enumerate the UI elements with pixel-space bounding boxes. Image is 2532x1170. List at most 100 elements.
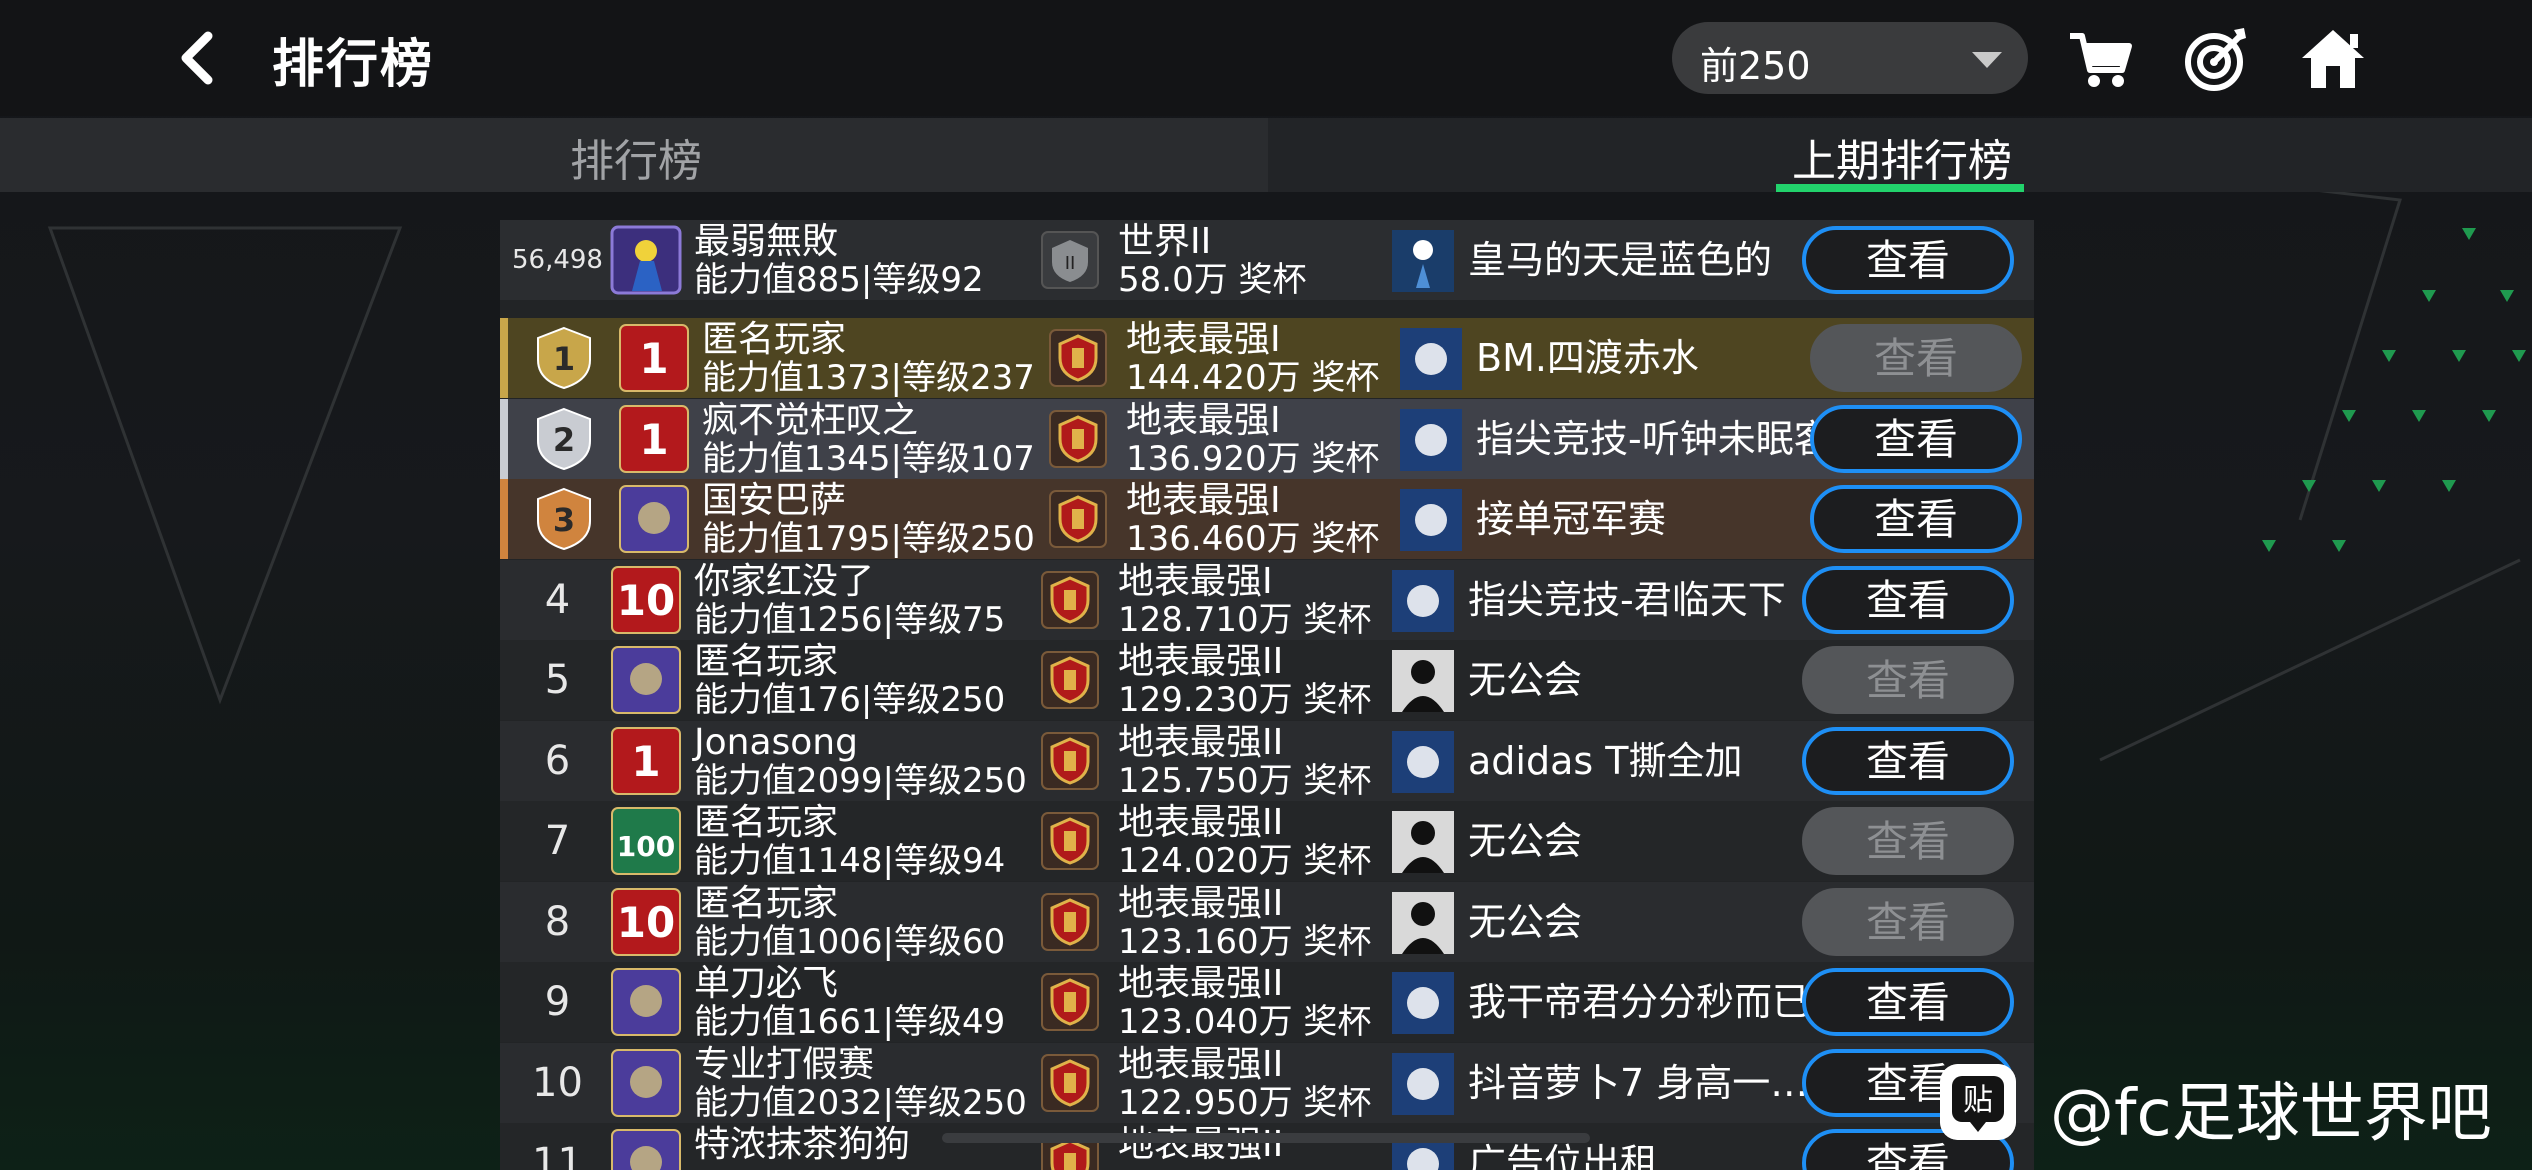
club-logo-icon: [1392, 730, 1454, 793]
svg-text:II: II: [1065, 253, 1076, 274]
table-row: 11 特浓抹茶狗狗 地表最强II 广告位出租 查看: [500, 1123, 2034, 1170]
club-logo-icon: [1392, 230, 1454, 292]
tier-name: 世界II: [1118, 221, 1212, 262]
target-icon[interactable]: [2182, 24, 2252, 94]
svg-text:贴: 贴: [1963, 1083, 1993, 1118]
player-stats: 能力值1148|等级94: [694, 841, 1006, 881]
home-icon[interactable]: [2298, 24, 2368, 94]
card-number-text: 10: [617, 898, 675, 947]
club-logo-icon: [1392, 1052, 1454, 1115]
tab-last-period-ranking[interactable]: 上期排行榜: [1792, 125, 2012, 189]
rank-number: 6: [544, 737, 571, 784]
player-name: 国安巴萨: [702, 480, 847, 521]
tier-badge-icon: [1041, 731, 1099, 790]
back-arrow-icon[interactable]: [170, 28, 230, 88]
trophy-count: 136.460万 奖杯: [1126, 519, 1380, 559]
my-rank-row: 56,498 最弱無敗 能力值885|等级92 II 世界II 58.0万 奖杯…: [500, 220, 2034, 300]
player-name: 专业打假赛: [694, 1043, 875, 1085]
card-number-text: 100: [617, 830, 675, 863]
shopping-cart-icon[interactable]: [2066, 24, 2136, 94]
view-button[interactable]: 查看: [1802, 226, 2014, 294]
player-stats: 能力值176|等级250: [694, 680, 1006, 720]
rank-number: 5: [544, 657, 571, 703]
tab-ranking[interactable]: 排行榜: [570, 125, 702, 189]
player-stats: 能力值2099|等级250: [694, 760, 1027, 801]
rank-number: 4: [544, 576, 571, 623]
club-name: 抖音萝卜7 身高一…: [1468, 1060, 1809, 1105]
player-stats: 能力值2032|等级250: [694, 1082, 1027, 1123]
table-row: 7 100 匿名玩家 能力值1148|等级94 地表最强II 124.020万 奖杯 无公会…: [500, 801, 2034, 881]
player-card-icon: 1: [611, 726, 681, 795]
trophy-count: 123.160万 奖杯: [1118, 921, 1372, 962]
table-row: 10 专业打假赛 能力值2032|等级250 地表最强II 122.950万 奖杯 抖音萝…: [500, 1042, 2034, 1123]
tier-name: 地表最强II: [1118, 882, 1284, 924]
player-name: 匿名玩家: [694, 641, 839, 682]
player-name: 疯不觉枉叹之: [702, 399, 919, 441]
rank-medal-icon: 1: [537, 326, 591, 390]
tier-badge-icon: [1049, 409, 1107, 468]
player-card-icon: 1: [619, 404, 689, 473]
club-name: BM.四渡赤水: [1476, 336, 1699, 380]
tier-badge-icon: [1041, 973, 1099, 1031]
rank-number: 11: [532, 1140, 583, 1170]
trophy-count: 128.710万 奖杯: [1118, 599, 1372, 640]
view-button[interactable]: 查看: [1810, 404, 2022, 473]
card-number-text: 1: [639, 415, 668, 464]
tier-badge-icon: [1041, 812, 1099, 870]
tier-name: 地表最强I: [1118, 560, 1273, 602]
tier-name: 地表最强I: [1126, 319, 1281, 360]
tier-name: 地表最强II: [1118, 721, 1284, 763]
player-name: Jonasong: [694, 721, 858, 763]
player-card-icon: 10: [611, 565, 681, 634]
range-dropdown[interactable]: 前250: [1672, 22, 2028, 94]
tier-name: 地表最强II: [1118, 1043, 1284, 1085]
player-name: 匿名玩家: [702, 319, 847, 360]
active-tab-indicator: [1776, 184, 2024, 192]
club-name: 无公会: [1468, 899, 1583, 944]
view-button[interactable]: 查看: [1802, 646, 2014, 714]
tier-badge-icon: [1041, 570, 1099, 629]
club-name: 指尖竞技-君临天下: [1468, 577, 1786, 622]
view-button[interactable]: 查看: [1802, 726, 2014, 795]
view-button[interactable]: 查看: [1802, 565, 2014, 634]
view-button[interactable]: 查看: [1802, 968, 2014, 1036]
leaderboard-list[interactable]: 56,498 最弱無敗 能力值885|等级92 II 世界II 58.0万 奖杯…: [500, 220, 2034, 1170]
rank-medal-icon: 2: [537, 407, 591, 470]
player-stats: 能力值885|等级92: [694, 260, 984, 300]
club-logo-icon: [1392, 811, 1454, 873]
club-logo-icon: [1400, 328, 1462, 390]
club-name: 广告位出租: [1468, 1141, 1659, 1170]
view-button[interactable]: 查看: [1802, 807, 2014, 875]
club-name: adidas T撕全加: [1468, 738, 1743, 783]
tier-badge-icon: [1049, 329, 1107, 387]
player-stats: 能力值1256|等级75: [694, 599, 1006, 640]
horizontal-scrollbar[interactable]: [942, 1133, 1590, 1143]
club-name: 无公会: [1468, 658, 1583, 702]
rank-number: 8: [544, 898, 571, 945]
view-button[interactable]: 查看: [1810, 485, 2022, 553]
player-name: 最弱無敗: [694, 221, 839, 262]
table-row: 6 1 Jonasong 能力值2099|等级250 地表最强II 125.750万 奖杯…: [500, 720, 2034, 801]
club-name: 皇马的天是蓝色的: [1468, 238, 1773, 282]
rank-number: 10: [532, 1059, 583, 1106]
tier-name: 地表最强II: [1118, 802, 1284, 843]
trophy-count: 136.920万 奖杯: [1126, 438, 1380, 479]
player-name: 匿名玩家: [694, 802, 839, 843]
player-card-icon: [611, 968, 681, 1036]
view-button[interactable]: 查看: [1810, 324, 2022, 392]
card-number-text: 1: [639, 334, 668, 383]
player-name: 匿名玩家: [694, 882, 839, 924]
club-logo-icon: [1392, 650, 1454, 712]
view-button[interactable]: 查看: [1802, 887, 2014, 956]
club-name: 我干帝君分分秒而已: [1468, 980, 1811, 1024]
tier-badge-icon: II: [1041, 231, 1099, 289]
player-stats: 能力值1373|等级237: [702, 358, 1035, 398]
player-card-icon: [619, 485, 689, 553]
tab-bar: 排行榜 上期排行榜: [0, 118, 2532, 192]
player-stats: 能力值1345|等级107: [702, 438, 1035, 479]
table-row: 5 匿名玩家 能力值176|等级250 地表最强II 129.230万 奖杯 无公会 查看: [500, 640, 2034, 720]
table-row: 4 10 你家红没了 能力值1256|等级75 地表最强I 128.710万 奖杯 指尖竞技…: [500, 559, 2034, 640]
card-number-text: 10: [617, 576, 675, 625]
table-row: 1 1 匿名玩家 能力值1373|等级237 地表最强I 144.420万 奖杯 BM.四渡…: [500, 318, 2034, 398]
rank-number: 9: [544, 979, 571, 1025]
